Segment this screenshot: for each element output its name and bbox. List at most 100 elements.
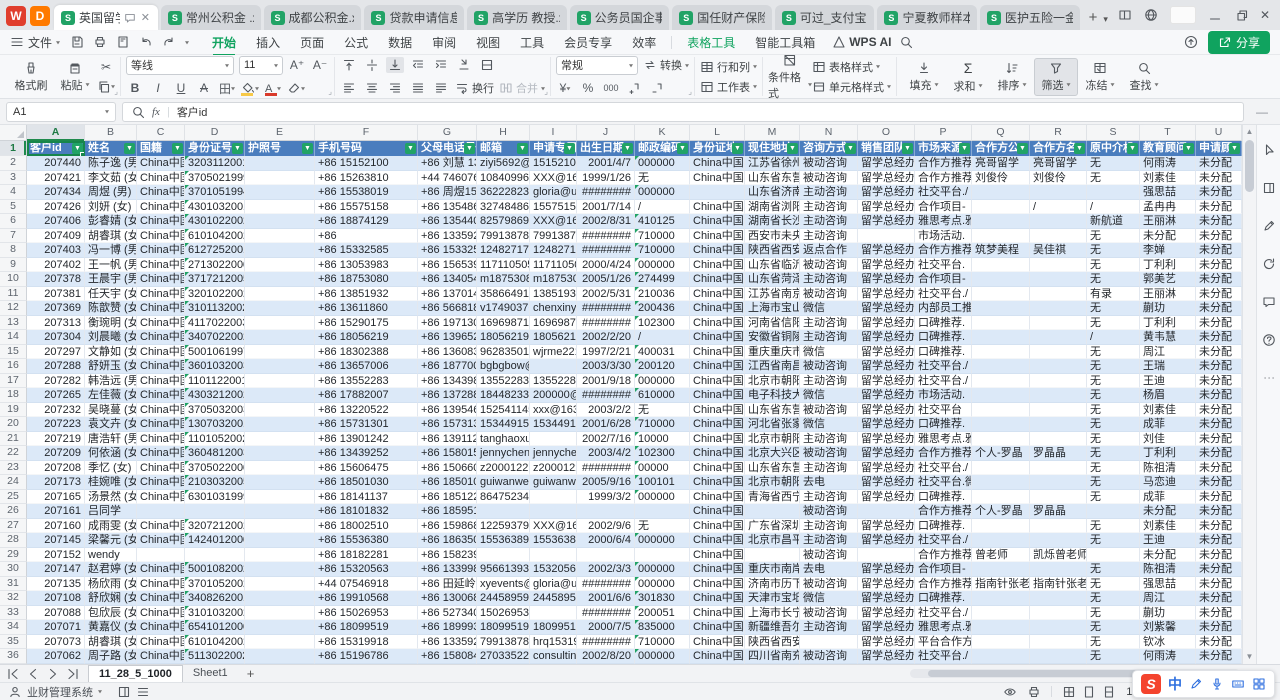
- cell[interactable]: 710000: [635, 635, 690, 650]
- cell[interactable]: 207282: [27, 374, 85, 389]
- cell[interactable]: 362228235: [477, 185, 530, 200]
- row-number[interactable]: 20: [0, 417, 27, 432]
- filter-dropdown-icon[interactable]: ▼: [124, 143, 135, 154]
- table-header-cell[interactable]: 合作方名▼: [1030, 141, 1087, 156]
- cell[interactable]: China中国: [137, 562, 185, 577]
- find-button[interactable]: 查找▾: [1122, 59, 1166, 95]
- cell[interactable]: China中国: [690, 649, 745, 664]
- cell[interactable]: 王瑞: [1140, 359, 1196, 374]
- cell[interactable]: 207145: [27, 533, 85, 548]
- cell[interactable]: China中国: [137, 200, 185, 215]
- cell[interactable]: +86 1582391866: [418, 548, 477, 563]
- cell[interactable]: 马恋迪: [1140, 475, 1196, 490]
- cell[interactable]: 无: [1087, 533, 1140, 548]
- thousands-button[interactable]: 000: [602, 80, 620, 96]
- cell[interactable]: 留学总经办: [858, 359, 915, 374]
- convert-button[interactable]: 转换▾: [643, 57, 689, 73]
- cell[interactable]: 500106199702210321: [185, 345, 245, 360]
- cell[interactable]: 117110505: [530, 258, 577, 273]
- cell[interactable]: 无: [1087, 446, 1140, 461]
- globe-icon[interactable]: [1144, 8, 1158, 22]
- cell[interactable]: 未分配: [1196, 461, 1242, 476]
- cell[interactable]: [245, 490, 315, 505]
- cell[interactable]: 留学总经办: [858, 345, 915, 360]
- font-color-button[interactable]: A▾: [264, 80, 282, 96]
- cell[interactable]: 留学总经办: [858, 403, 915, 418]
- cell[interactable]: 凯烁曾老师: [1030, 548, 1087, 563]
- cell[interactable]: [1030, 649, 1087, 664]
- cell[interactable]: +86 1580841990: [418, 649, 477, 664]
- cell[interactable]: 留学总经办: [858, 301, 915, 316]
- cell[interactable]: 吕同学: [85, 504, 137, 519]
- cell[interactable]: China中国: [137, 287, 185, 302]
- cell[interactable]: 100101: [635, 475, 690, 490]
- cell[interactable]: [245, 229, 315, 244]
- cell[interactable]: ziyi5692@q: [477, 156, 530, 171]
- cell[interactable]: 未分配: [1196, 403, 1242, 418]
- cell[interactable]: 未分配: [1196, 519, 1242, 534]
- close-tab-icon[interactable]: ✕: [140, 11, 151, 24]
- filter-dropdown-icon[interactable]: ▼: [464, 143, 475, 154]
- cell[interactable]: +86 1395468251: [418, 403, 477, 418]
- cell[interactable]: XXX@163.: [530, 171, 577, 186]
- keyboard-icon[interactable]: [1231, 677, 1245, 691]
- cell[interactable]: 河北省张家: [745, 417, 800, 432]
- decrease-decimal-icon[interactable]: [648, 80, 666, 96]
- cell[interactable]: +86 13552283: [315, 374, 418, 389]
- cell[interactable]: +86 13657006: [315, 359, 418, 374]
- cell[interactable]: 周子路 (女: [85, 649, 137, 664]
- cell[interactable]: [1030, 185, 1087, 200]
- close-button[interactable]: ✕: [1260, 8, 1270, 22]
- cell[interactable]: [972, 229, 1030, 244]
- cell[interactable]: 黄嘉仪 (女: [85, 620, 137, 635]
- cell[interactable]: +86 1859518772: [418, 504, 477, 519]
- cell[interactable]: [137, 504, 185, 519]
- cell[interactable]: +86 13901242: [315, 432, 418, 447]
- cell[interactable]: 被动咨询: [800, 258, 858, 273]
- cell[interactable]: +86 1335925706: [418, 635, 477, 650]
- cell[interactable]: 留学总经办: [858, 475, 915, 490]
- cell[interactable]: +86 18182281: [315, 548, 418, 563]
- table-header-cell[interactable]: 申请顾▼: [1196, 141, 1242, 156]
- cell[interactable]: China中国: [690, 475, 745, 490]
- cell[interactable]: 刘素佳: [1140, 519, 1196, 534]
- cell[interactable]: 新航道: [1087, 214, 1140, 229]
- cell[interactable]: 169698712: [530, 316, 577, 331]
- panel-icon[interactable]: [1262, 181, 1276, 195]
- cell[interactable]: 被动咨询: [800, 504, 858, 519]
- cell[interactable]: 2001/6/28: [577, 417, 635, 432]
- cell[interactable]: 无: [1087, 374, 1140, 389]
- wps-logo-icon[interactable]: W: [6, 6, 26, 26]
- cell[interactable]: [1030, 533, 1087, 548]
- cell[interactable]: gloria@uk: [530, 185, 577, 200]
- cell[interactable]: 去电: [800, 562, 858, 577]
- cell[interactable]: [972, 388, 1030, 403]
- freeze-button[interactable]: 冻结▾: [1078, 59, 1122, 95]
- horizontal-scroll-thumb[interactable]: [928, 670, 1153, 677]
- cell[interactable]: 180995191: [477, 620, 530, 635]
- cell[interactable]: 韩浩远 (男: [85, 374, 137, 389]
- cell[interactable]: 207223: [27, 417, 85, 432]
- cell[interactable]: 曾老师: [972, 548, 1030, 563]
- comment-bubble-icon[interactable]: [124, 12, 136, 24]
- cell[interactable]: 无: [635, 171, 690, 186]
- cell[interactable]: 2000/6/4: [577, 533, 635, 548]
- cell[interactable]: 未分配: [1196, 272, 1242, 287]
- cell[interactable]: China中国: [690, 229, 745, 244]
- cell[interactable]: [245, 403, 315, 418]
- cell[interactable]: China中国: [137, 171, 185, 186]
- cell[interactable]: jennychen7: [477, 446, 530, 461]
- cell[interactable]: 留学总经办: [858, 316, 915, 331]
- cell[interactable]: m1875308: [530, 272, 577, 287]
- cell[interactable]: 微信: [800, 591, 858, 606]
- cell[interactable]: 被动咨询: [800, 403, 858, 418]
- cell[interactable]: [858, 229, 915, 244]
- cell[interactable]: 吴晓蔓 (女: [85, 403, 137, 418]
- sum-button[interactable]: Σ求和▾: [946, 58, 990, 96]
- cell[interactable]: ########: [577, 635, 635, 650]
- cell[interactable]: 500108200203035125: [185, 562, 245, 577]
- cell[interactable]: 244589596: [477, 591, 530, 606]
- cell[interactable]: 陈子逸 (男: [85, 156, 137, 171]
- cell[interactable]: [972, 475, 1030, 490]
- row-number[interactable]: 29: [0, 548, 27, 563]
